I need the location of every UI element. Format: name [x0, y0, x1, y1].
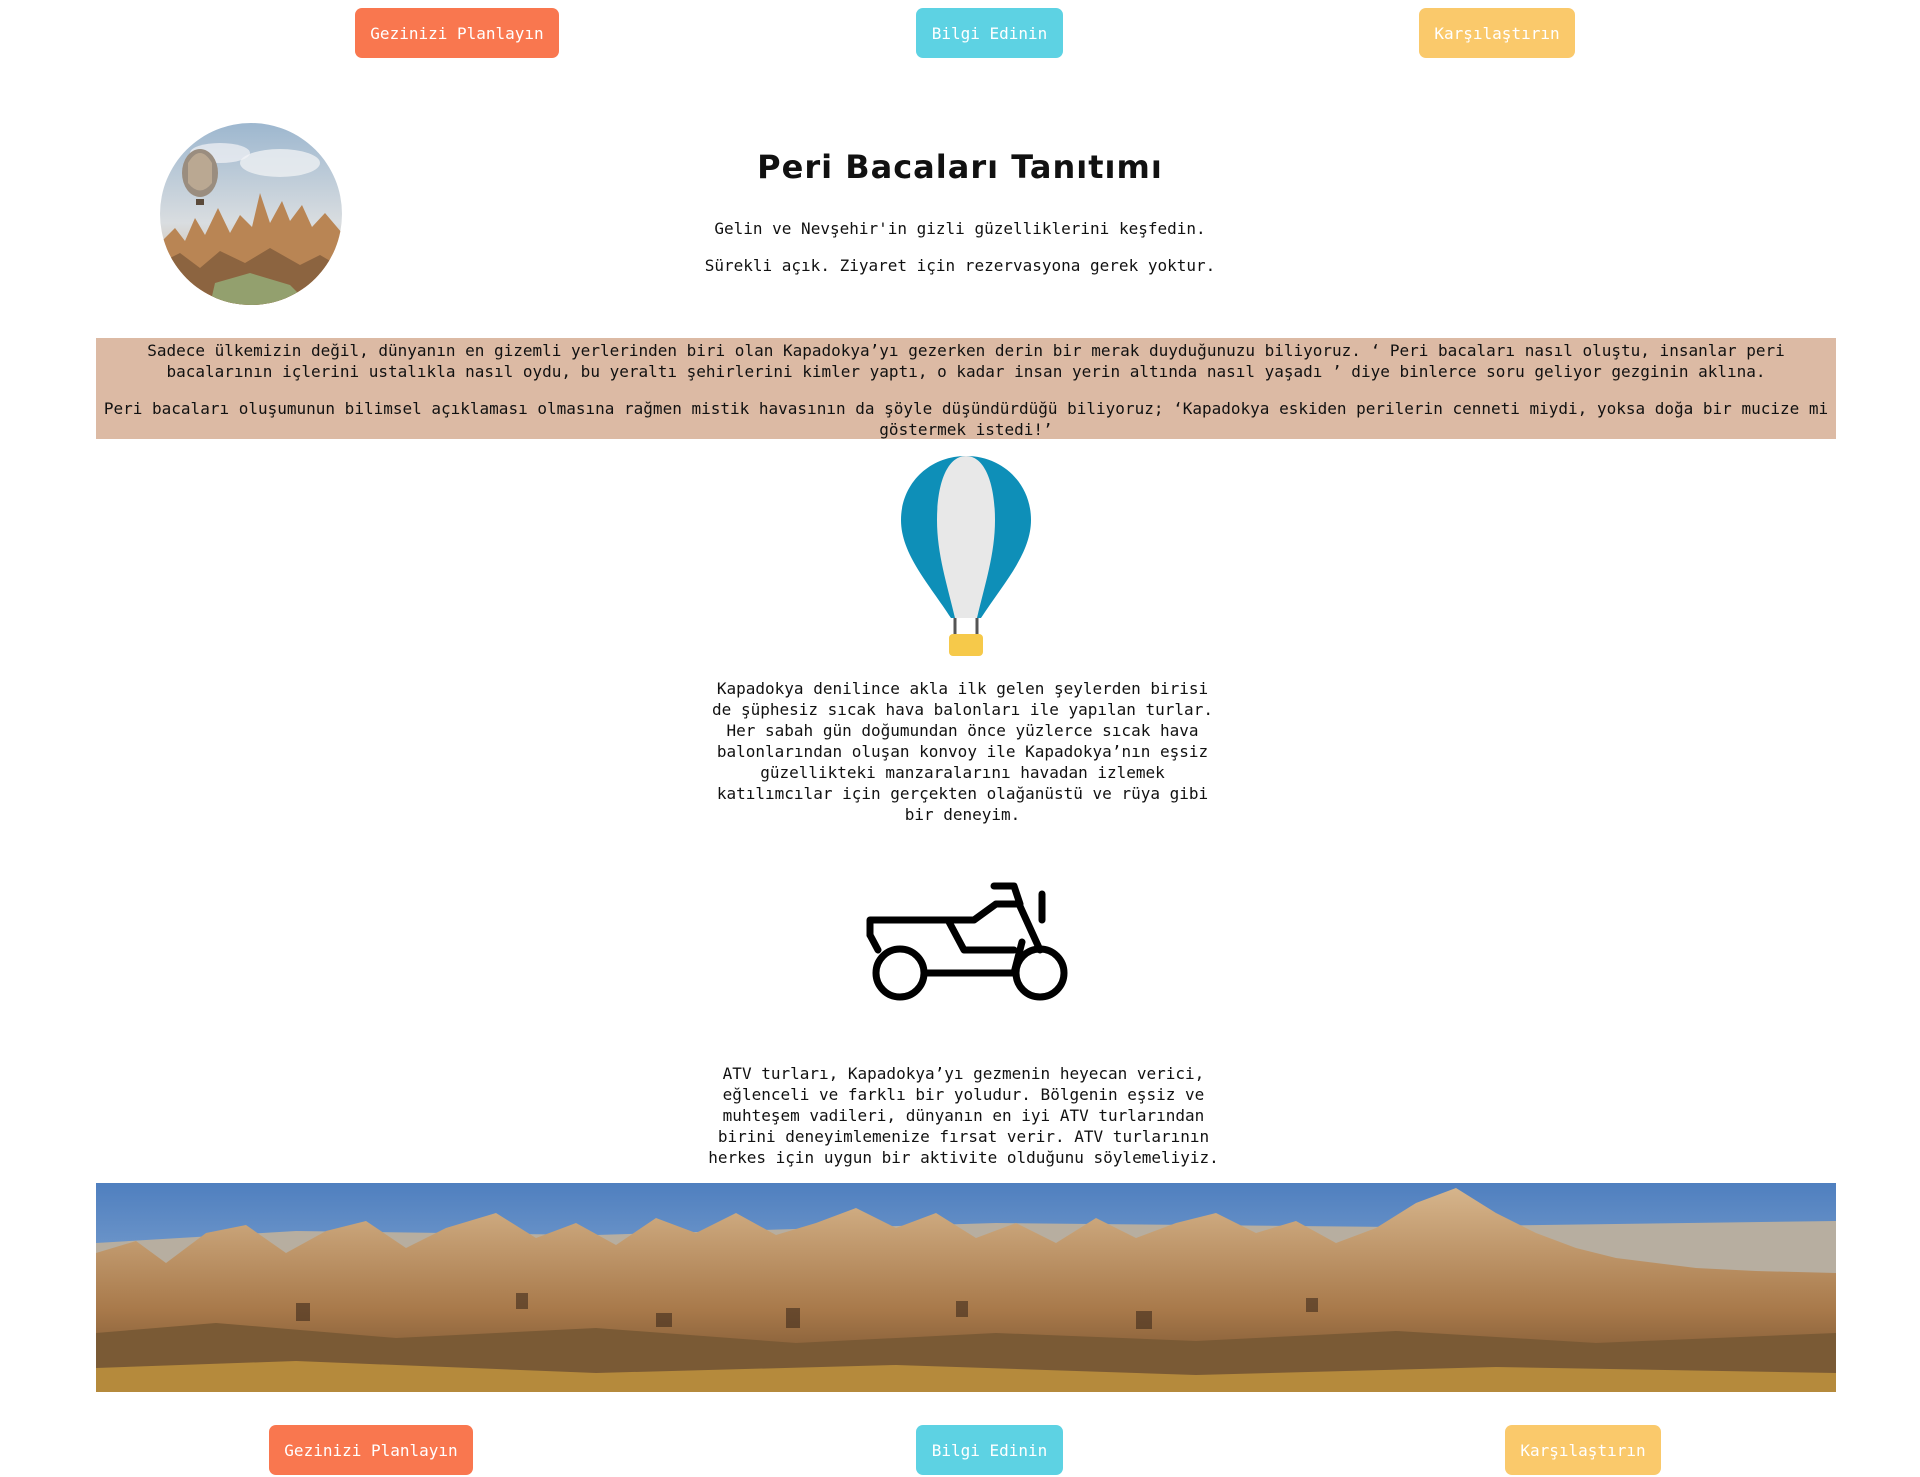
hot-air-balloon-icon — [901, 456, 1031, 656]
intro-paragraph-1: Sadece ülkemizin değil, dünyanın en gize… — [147, 341, 1785, 381]
opening-notice: Sürekli açık. Ziyaret için rezervasyona … — [704, 256, 1216, 275]
atv-tour-text: ATV turları, Kapadokya’yı gezmenin heyec… — [708, 1064, 1219, 1167]
atv-quad-bike-icon — [866, 882, 1068, 1001]
bottom-nav: Gezinizi Planlayın Bilgi Edinin Karşılaş… — [0, 1425, 1920, 1477]
plan-trip-button-bottom[interactable]: Gezinizi Planlayın — [269, 1425, 473, 1475]
compare-button-bottom[interactable]: Karşılaştırın — [1505, 1425, 1661, 1475]
plan-trip-button[interactable]: Gezinizi Planlayın — [355, 8, 559, 58]
balloon-section-icon — [899, 454, 1033, 663]
page-subtitle: Gelin ve Nevşehir'in gizli güzelliklerin… — [714, 219, 1206, 238]
top-nav: Gezinizi Planlayın Bilgi Edinin Karşılaş… — [0, 8, 1920, 60]
get-info-button[interactable]: Bilgi Edinin — [916, 8, 1063, 58]
get-info-button-bottom[interactable]: Bilgi Edinin — [916, 1425, 1063, 1475]
atv-section-icon — [864, 880, 1068, 1006]
intro-paragraph-2: Peri bacaları oluşumunun bilimsel açıkla… — [103, 399, 1829, 439]
balloon-tour-text: Kapadokya denilince akla ilk gelen şeyle… — [712, 679, 1213, 824]
compare-button[interactable]: Karşılaştırın — [1419, 8, 1575, 58]
intro-block: Sadece ülkemizin değil, dünyanın en gize… — [96, 338, 1836, 439]
panorama-image — [96, 1183, 1836, 1392]
page-title: Peri Bacaları Tanıtımı — [757, 148, 1163, 186]
fairy-chimneys-panorama — [96, 1183, 1836, 1392]
